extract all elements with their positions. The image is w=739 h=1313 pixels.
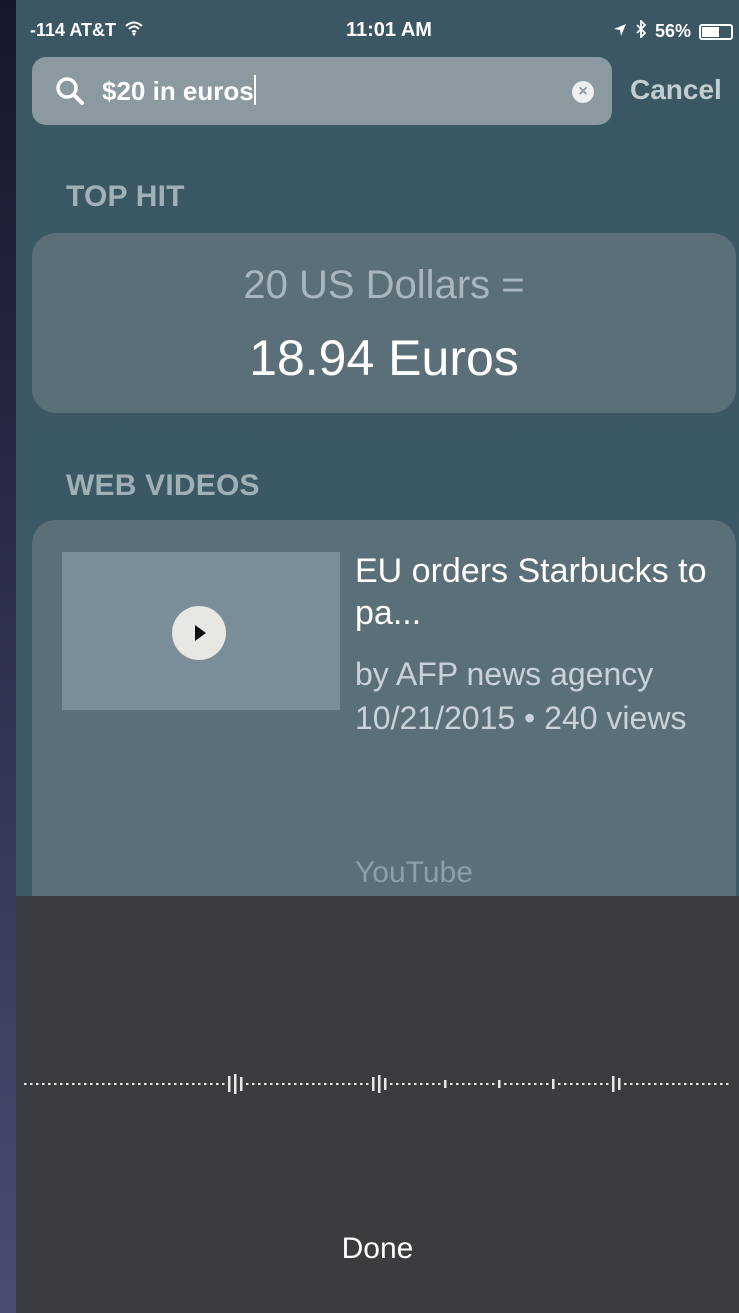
status-left: -114 AT&T [30,20,144,41]
conversion-result: 18.94 Euros [249,330,519,386]
video-thumbnail[interactable] [62,552,340,710]
video-source: YouTube [355,856,473,889]
dictation-panel: Done [16,896,739,1313]
carrier-label: -114 AT&T [30,20,117,40]
text-caret [253,75,256,105]
waveform-icon [24,1074,729,1094]
done-button[interactable]: Done [16,1232,739,1266]
status-bar: -114 AT&T 11:01 AM 56% [16,0,739,62]
spotlight-screen: -114 AT&T 11:01 AM 56% $20 in euros × Ca… [16,0,739,1313]
search-icon [54,75,86,112]
location-arrow-icon [613,21,627,42]
search-field[interactable]: $20 in euros × [32,57,612,125]
status-right: 56% [613,18,733,43]
battery-percent: 56% [654,21,691,41]
battery-icon [699,23,733,40]
video-title: EU orders Starbucks to pa... [355,552,707,632]
bluetooth-icon [635,18,647,43]
video-meta: by AFP news agency 10/21/2015 • 240 view… [355,656,687,736]
conversion-from: 20 US Dollars = [243,263,525,307]
web-videos-label: WEB VIDEOS [66,469,260,502]
conversion-card[interactable]: 20 US Dollars = 18.94 Euros [32,233,736,413]
play-icon[interactable] [172,606,226,660]
background-edge [0,0,16,1313]
cancel-button[interactable]: Cancel [630,74,722,106]
wifi-icon [124,20,144,41]
clear-icon[interactable]: × [572,81,594,103]
top-hit-label: TOP HIT [66,180,185,213]
status-time: 11:01 AM [346,19,432,41]
battery-fill [702,26,719,37]
search-input[interactable]: $20 in euros [102,75,256,107]
search-query: $20 in euros [102,76,254,106]
